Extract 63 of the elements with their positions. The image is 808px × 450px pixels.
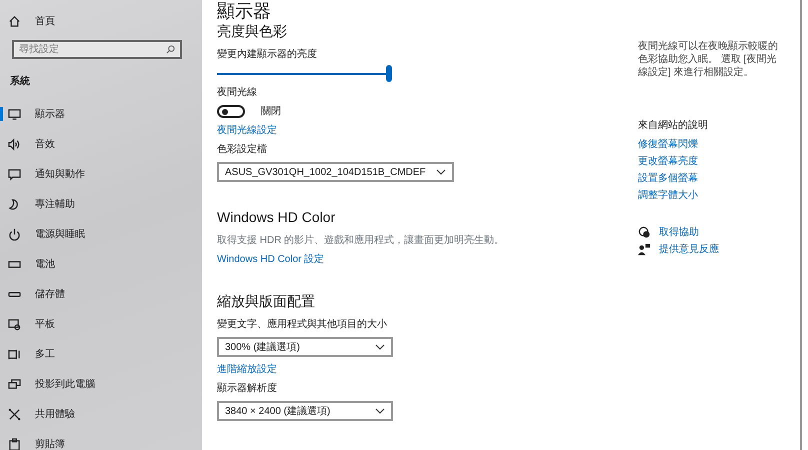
action-link[interactable]: 提供意見反應	[659, 243, 719, 256]
setting-label: 夜間光線	[217, 86, 258, 99]
help-link[interactable]: 修復螢幕閃爍	[638, 139, 698, 150]
section-heading: 系統	[10, 74, 30, 88]
help-link[interactable]: 更改螢幕亮度	[638, 156, 698, 167]
dropdown[interactable]: ASUS_GV301QH_1002_104D151B_CMDEF	[217, 162, 454, 182]
speech-bubble-icon	[8, 168, 21, 180]
sidebar-item[interactable]: 電源與睡眠	[0, 219, 202, 249]
help-description: 夜間光線可以在夜晚顯示較暖的色彩協助您入眠。 選取 [夜間光線設定] 來進行相關設定。	[638, 40, 779, 79]
dropdown-value: 300% (建議選項)	[225, 340, 300, 354]
moon-icon	[8, 198, 21, 210]
home-icon	[8, 14, 21, 28]
setting-label: 色彩設定檔	[217, 143, 268, 156]
help-heading: 來自網站的說明	[638, 119, 709, 132]
chevron-down-icon	[375, 408, 385, 414]
sidebar-item[interactable]: 平板	[0, 309, 202, 339]
toggle-state: 關閉	[261, 105, 281, 118]
power-icon	[8, 228, 21, 240]
help-icon	[638, 226, 651, 239]
section-heading: Windows HD Color	[217, 208, 336, 226]
sidebar-item[interactable]: 顯示器	[0, 99, 202, 129]
scrollbar[interactable]	[800, 0, 802, 450]
help-link[interactable]: 設置多個螢幕	[638, 173, 698, 184]
home-link[interactable]: 首頁	[35, 14, 55, 28]
sidebar-item[interactable]: 投影到此電腦	[0, 369, 202, 399]
slider-thumb[interactable]	[386, 65, 392, 82]
page-title: 顯示器	[217, 0, 272, 22]
clipboard-icon	[8, 438, 21, 450]
feedback-icon	[638, 243, 651, 256]
sidebar-item[interactable]: 電池	[0, 249, 202, 279]
setting-label: 顯示器解析度	[217, 382, 278, 395]
share-icon	[8, 408, 21, 420]
setting-label: 變更內建顯示器的亮度	[217, 48, 318, 61]
sidebar-item[interactable]: 通知與動作	[0, 159, 202, 189]
section-heading: 亮度與色彩	[217, 22, 288, 40]
setting-label: 變更文字、應用程式與其他項目的大小	[217, 318, 388, 331]
settings-link[interactable]: 夜間光線設定	[217, 125, 277, 136]
sidebar-item[interactable]: 共用體驗	[0, 399, 202, 429]
sidebar-item[interactable]: 儲存體	[0, 279, 202, 309]
toggle-switch[interactable]	[217, 105, 245, 118]
multitask-icon	[8, 348, 21, 360]
sidebar-item[interactable]: 音效	[0, 129, 202, 159]
chevron-down-icon	[375, 344, 385, 350]
dropdown-value: 3840 × 2400 (建議選項)	[225, 404, 330, 418]
sidebar-item[interactable]: 剪貼簿	[0, 429, 202, 450]
action-link[interactable]: 取得協助	[659, 226, 699, 239]
projection-icon	[8, 378, 21, 390]
settings-link[interactable]: Windows HD Color 設定	[217, 254, 324, 265]
monitor-icon	[8, 108, 21, 120]
chevron-down-icon	[436, 169, 446, 175]
dropdown-value: ASUS_GV301QH_1002_104D151B_CMDEF	[225, 166, 426, 178]
sidebar-item[interactable]: 多工	[0, 339, 202, 369]
section-heading: 縮放與版面配置	[217, 292, 316, 310]
dropdown[interactable]: 300% (建議選項)	[217, 337, 393, 357]
speaker-icon	[8, 138, 21, 150]
description-text: 取得支援 HDR 的影片、遊戲和應用程式，讓畫面更加明亮生動。	[217, 234, 506, 247]
search-field[interactable]: 尋找設定	[12, 40, 182, 59]
sidebar-item[interactable]: 專注輔助	[0, 189, 202, 219]
tablet-icon	[8, 318, 21, 330]
search-icon	[166, 45, 175, 54]
dropdown[interactable]: 3840 × 2400 (建議選項)	[217, 401, 393, 421]
settings-link[interactable]: 進階縮放設定	[217, 364, 277, 375]
help-link[interactable]: 調整字體大小	[638, 190, 698, 201]
